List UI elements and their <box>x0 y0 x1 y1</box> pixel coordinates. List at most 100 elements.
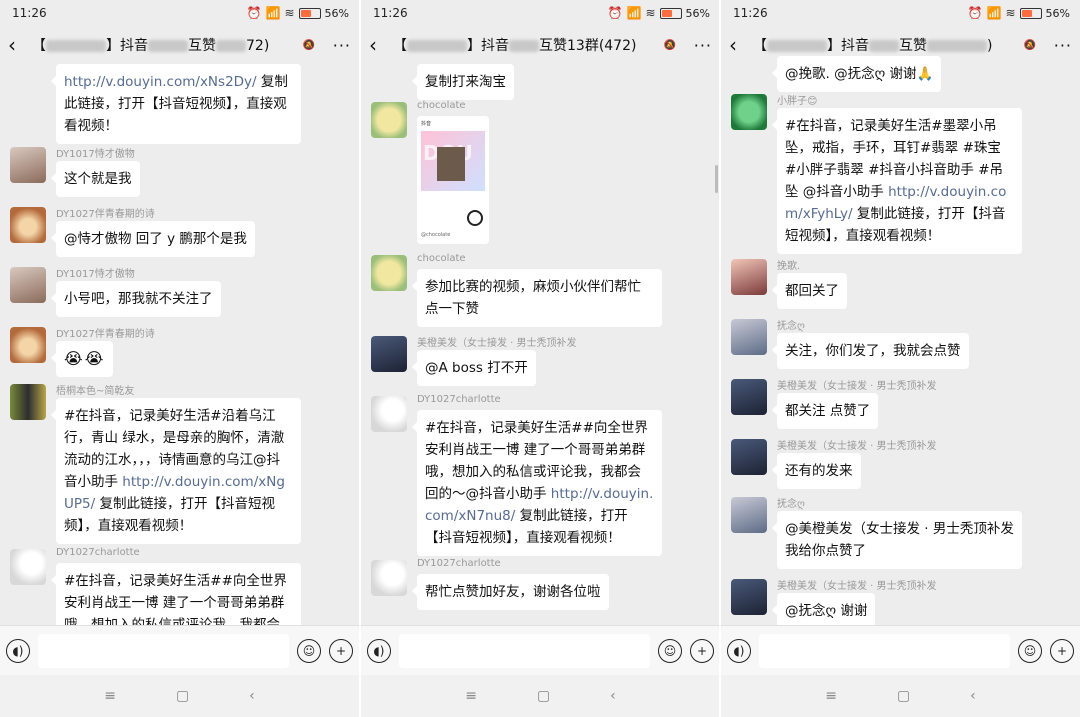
back-icon[interactable]: ‹ <box>970 688 976 704</box>
plus-icon[interactable]: + <box>329 638 353 663</box>
sender-name: DY1017恃才傲物 <box>56 149 135 160</box>
title-part: 互赞 <box>899 38 927 54</box>
avatar[interactable] <box>731 579 767 615</box>
message-text: 这个就是我 <box>64 171 132 187</box>
message-bubble[interactable]: #在抖音，记录美好生活#墨翠小吊坠，戒指，手环，耳钉#翡翠 #珠宝 #小胖子翡翠… <box>772 108 1022 254</box>
chat-title: 【 】抖音 互赞 72) <box>32 35 297 55</box>
more-icon[interactable]: ··· <box>1042 36 1072 55</box>
message-bubble[interactable]: 复制打来淘宝 <box>412 64 514 100</box>
back-arrow-icon[interactable]: ‹ <box>8 33 32 57</box>
battery-percent: 56% <box>324 6 349 20</box>
message-bubble[interactable]: #在抖音，记录美好生活##向全世界安利肖战王一博 建了一个哥哥弟弟群哦，想加入的… <box>412 410 662 556</box>
avatar[interactable] <box>731 94 767 130</box>
alarm-icon: ⏰ <box>246 6 262 20</box>
video-card[interactable]: 抖音 DOU @chocolate <box>417 116 489 244</box>
message-input[interactable] <box>399 633 650 668</box>
avatar[interactable] <box>731 379 767 415</box>
avatar[interactable] <box>10 549 46 585</box>
message-text: @A boss 打不开 <box>425 360 528 376</box>
message-bubble[interactable]: 小号吧，那我就不关注了 <box>51 281 221 317</box>
message-link[interactable]: http://v.douyin.com/xNs2Dy/ <box>64 74 257 90</box>
message-bubble[interactable]: 😭😭 <box>50 341 114 377</box>
chat-header: ‹ 【 】抖音 互赞13群(472) 🔕 ··· <box>361 26 720 64</box>
input-bar: ◖) ☺ + <box>361 625 720 675</box>
alarm-icon: ⏰ <box>607 6 623 20</box>
battery-fill <box>661 9 672 17</box>
sender-name: DY1027charlotte <box>417 394 501 405</box>
avatar[interactable] <box>10 207 46 243</box>
back-arrow-icon[interactable]: ‹ <box>729 33 753 57</box>
avatar[interactable] <box>371 255 407 291</box>
home-icon[interactable]: ▢ <box>176 688 189 704</box>
title-part: 互赞 <box>188 38 216 54</box>
menu-icon[interactable]: ≡ <box>825 688 837 704</box>
redacted-text <box>148 40 188 52</box>
message-bubble[interactable]: @美橙美发（女士接发 · 男士秃顶补发 我给你点赞了 <box>772 511 1022 569</box>
menu-icon[interactable]: ≡ <box>465 688 477 704</box>
home-icon[interactable]: ▢ <box>537 688 550 704</box>
scrollbar[interactable] <box>715 165 718 193</box>
title-part: 72) <box>246 38 270 54</box>
avatar[interactable] <box>10 327 46 363</box>
back-arrow-icon[interactable]: ‹ <box>369 33 393 57</box>
redacted-text <box>509 40 539 52</box>
message-bubble[interactable]: 关注，你们发了，我就会点赞 <box>772 333 969 369</box>
back-icon[interactable]: ‹ <box>249 688 255 704</box>
voice-icon[interactable]: ◖) <box>727 638 751 663</box>
message-bubble[interactable]: @挽歌. @抚念ღ 谢谢🙏 <box>771 56 942 92</box>
sender-name: 梧桐本色~简乾友 <box>56 386 135 397</box>
voice-icon[interactable]: ◖) <box>367 638 391 663</box>
message-bubble[interactable]: 参加比赛的视频，麻烦小伙伴们帮忙点一下赞 <box>412 269 662 327</box>
home-icon[interactable]: ▢ <box>897 688 910 704</box>
message-bubble[interactable]: 帮忙点赞加好友，谢谢各位啦 <box>412 574 609 610</box>
avatar[interactable] <box>371 336 407 372</box>
message-text: 复制此链接，打开【抖音短视频】，直接观看视频！ <box>64 496 275 534</box>
emoji-icon[interactable]: ☺ <box>1018 638 1042 663</box>
battery-fill <box>1021 9 1032 17</box>
message-bubble[interactable]: 这个就是我 <box>51 161 140 197</box>
emoji-icon[interactable]: ☺ <box>297 638 321 663</box>
voice-icon[interactable]: ◖) <box>6 638 30 663</box>
message-bubble[interactable]: 都回关了 <box>772 273 847 309</box>
plus-icon[interactable]: + <box>690 638 714 663</box>
signal-icon: 📶 <box>986 6 1002 20</box>
avatar[interactable] <box>731 259 767 295</box>
signal-icon: 📶 <box>626 6 642 20</box>
card-photo <box>437 147 465 181</box>
title-part: 】抖音 <box>106 38 148 54</box>
battery-icon <box>659 7 682 19</box>
message-input[interactable] <box>759 633 1010 668</box>
sender-name: DY1027charlotte <box>417 558 501 569</box>
plus-icon[interactable]: + <box>1050 638 1074 663</box>
battery-percent: 56% <box>1045 6 1070 20</box>
message-bubble[interactable]: @A boss 打不开 <box>412 350 536 386</box>
avatar[interactable] <box>371 102 407 138</box>
emoji-icon[interactable]: ☺ <box>658 638 682 663</box>
avatar[interactable] <box>731 497 767 533</box>
message-text: 复制打来淘宝 <box>425 74 506 90</box>
menu-icon[interactable]: ≡ <box>104 688 116 704</box>
message-bubble[interactable]: 还有的发来 <box>772 453 861 489</box>
message-input[interactable] <box>38 633 289 668</box>
chat-panel-2: 11:26 ⏰ 📶 ≋ 56% ‹ 【 】抖音 互赞13群(472) 🔕 ··· 复… <box>361 0 720 717</box>
message-bubble[interactable]: #在抖音，记录美好生活#沿着乌江行，青山 绿水，是母亲的胸怀，清澈流动的江水，，… <box>51 398 301 544</box>
status-time: 11:26 <box>733 6 768 20</box>
avatar[interactable] <box>731 439 767 475</box>
sender-name: chocolate <box>417 253 466 264</box>
message-bubble[interactable]: @抚念ღ 谢谢 <box>771 593 876 629</box>
chat-title: 【 】抖音 互赞13群(472) <box>393 35 658 55</box>
avatar[interactable] <box>731 319 767 355</box>
back-icon[interactable]: ‹ <box>610 688 616 704</box>
avatar[interactable] <box>371 560 407 596</box>
avatar[interactable] <box>10 147 46 183</box>
message-bubble[interactable]: @恃才傲物 回了 y 鹏那个是我 <box>51 221 255 257</box>
avatar[interactable] <box>10 267 46 303</box>
more-icon[interactable]: ··· <box>682 36 712 55</box>
message-bubble[interactable]: 都关注 点赞了 <box>771 393 879 429</box>
avatar[interactable] <box>10 384 46 420</box>
status-icons: ⏰ 📶 ≋ 56% <box>247 6 349 20</box>
message-bubble[interactable]: http://v.douyin.com/xNs2Dy/ 复制此链接，打开【抖音短… <box>51 64 301 144</box>
sender-name: 美橙美发（女士接发 · 男士秃顶补发 <box>777 441 937 452</box>
avatar[interactable] <box>371 396 407 432</box>
more-icon[interactable]: ··· <box>321 36 351 55</box>
